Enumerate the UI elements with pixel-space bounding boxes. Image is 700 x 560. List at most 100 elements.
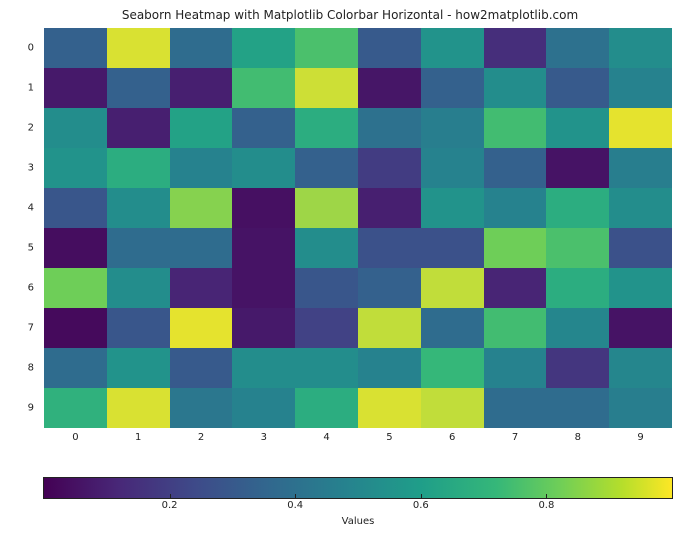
- figure: Seaborn Heatmap with Matplotlib Colorbar…: [0, 0, 700, 560]
- heatmap-cell: [609, 308, 672, 348]
- heatmap-cell: [295, 348, 358, 388]
- heatmap-cell: [609, 348, 672, 388]
- heatmap-cell: [295, 148, 358, 188]
- heatmap-cell: [546, 188, 609, 228]
- heatmap-cell: [170, 108, 233, 148]
- heatmap-cell: [484, 28, 547, 68]
- heatmap-cell: [107, 68, 170, 108]
- heatmap-cell: [232, 68, 295, 108]
- x-tick-label: 0: [72, 432, 78, 443]
- heatmap-cell: [232, 28, 295, 68]
- heatmap-cell: [421, 28, 484, 68]
- heatmap-cell: [107, 348, 170, 388]
- heatmap-cell: [44, 68, 107, 108]
- heatmap-cell: [107, 268, 170, 308]
- heatmap-cell: [170, 268, 233, 308]
- heatmap-cell: [295, 68, 358, 108]
- heatmap-cell: [295, 188, 358, 228]
- heatmap-cell: [232, 148, 295, 188]
- heatmap-cell: [44, 148, 107, 188]
- x-tick-label: 3: [261, 432, 267, 443]
- heatmap-cell: [609, 188, 672, 228]
- x-tick-label: 1: [135, 432, 141, 443]
- heatmap-cell: [107, 148, 170, 188]
- heatmap-cell: [421, 188, 484, 228]
- heatmap-cell: [421, 388, 484, 428]
- x-tick-label: 2: [198, 432, 204, 443]
- heatmap-cell: [170, 28, 233, 68]
- heatmap-cell: [546, 68, 609, 108]
- y-tick-label: 0: [28, 43, 34, 54]
- y-tick-label: 7: [28, 323, 34, 334]
- x-tick-label: 6: [449, 432, 455, 443]
- colorbar-tick-label: 0.2: [162, 500, 178, 511]
- heatmap-cell: [546, 308, 609, 348]
- heatmap-cell: [358, 68, 421, 108]
- heatmap-cell: [609, 108, 672, 148]
- y-tick-label: 5: [28, 243, 34, 254]
- heatmap-cell: [107, 228, 170, 268]
- heatmap-cell: [358, 148, 421, 188]
- heatmap-cell: [295, 308, 358, 348]
- colorbar-tick-label: 0.8: [538, 500, 554, 511]
- y-tick-label: 2: [28, 123, 34, 134]
- x-tick-label: 7: [512, 432, 518, 443]
- y-axis-ticks: 0 1 2 3 4 5 6 7 8 9: [0, 28, 40, 428]
- heatmap-cell: [107, 308, 170, 348]
- heatmap-cell: [484, 188, 547, 228]
- heatmap-cell: [421, 308, 484, 348]
- heatmap-cell: [358, 188, 421, 228]
- heatmap-cell: [484, 228, 547, 268]
- heatmap-cell: [44, 308, 107, 348]
- heatmap-cell: [44, 188, 107, 228]
- heatmap-cell: [232, 388, 295, 428]
- x-tick-label: 8: [575, 432, 581, 443]
- colorbar-tickmark: [170, 494, 171, 498]
- heatmap-grid: [44, 28, 672, 428]
- y-tick-label: 4: [28, 203, 34, 214]
- heatmap-cell: [232, 348, 295, 388]
- colorbar-tickmark: [546, 494, 547, 498]
- heatmap-cell: [421, 268, 484, 308]
- heatmap-cell: [484, 268, 547, 308]
- heatmap-cell: [295, 28, 358, 68]
- heatmap-cell: [170, 348, 233, 388]
- heatmap-cell: [546, 348, 609, 388]
- heatmap-cell: [421, 108, 484, 148]
- heatmap-cell: [170, 308, 233, 348]
- y-tick-label: 9: [28, 403, 34, 414]
- heatmap-cell: [358, 388, 421, 428]
- heatmap-cell: [232, 188, 295, 228]
- heatmap-cell: [546, 108, 609, 148]
- heatmap-cell: [358, 308, 421, 348]
- heatmap-cell: [421, 148, 484, 188]
- y-tick-label: 3: [28, 163, 34, 174]
- y-tick-label: 1: [28, 83, 34, 94]
- heatmap-cell: [232, 268, 295, 308]
- heatmap-cell: [232, 108, 295, 148]
- y-tick-label: 8: [28, 363, 34, 374]
- colorbar-gradient: [44, 478, 672, 498]
- heatmap-cell: [421, 68, 484, 108]
- heatmap-cell: [358, 108, 421, 148]
- heatmap-cell: [170, 228, 233, 268]
- chart-title: Seaborn Heatmap with Matplotlib Colorbar…: [0, 8, 700, 22]
- heatmap-cell: [107, 108, 170, 148]
- heatmap-cell: [546, 148, 609, 188]
- colorbar-tickmark: [421, 494, 422, 498]
- heatmap-cell: [44, 268, 107, 308]
- colorbar-label: Values: [44, 516, 672, 527]
- heatmap-cell: [609, 268, 672, 308]
- y-tick-label: 6: [28, 283, 34, 294]
- heatmap-cell: [295, 268, 358, 308]
- heatmap-cell: [170, 68, 233, 108]
- heatmap-cell: [232, 228, 295, 268]
- heatmap-cell: [44, 228, 107, 268]
- heatmap-cell: [484, 108, 547, 148]
- colorbar-tick-label: 0.4: [287, 500, 303, 511]
- heatmap-cell: [44, 108, 107, 148]
- heatmap-cell: [484, 308, 547, 348]
- colorbar-tickmark: [295, 494, 296, 498]
- heatmap-cell: [421, 348, 484, 388]
- x-tick-label: 9: [637, 432, 643, 443]
